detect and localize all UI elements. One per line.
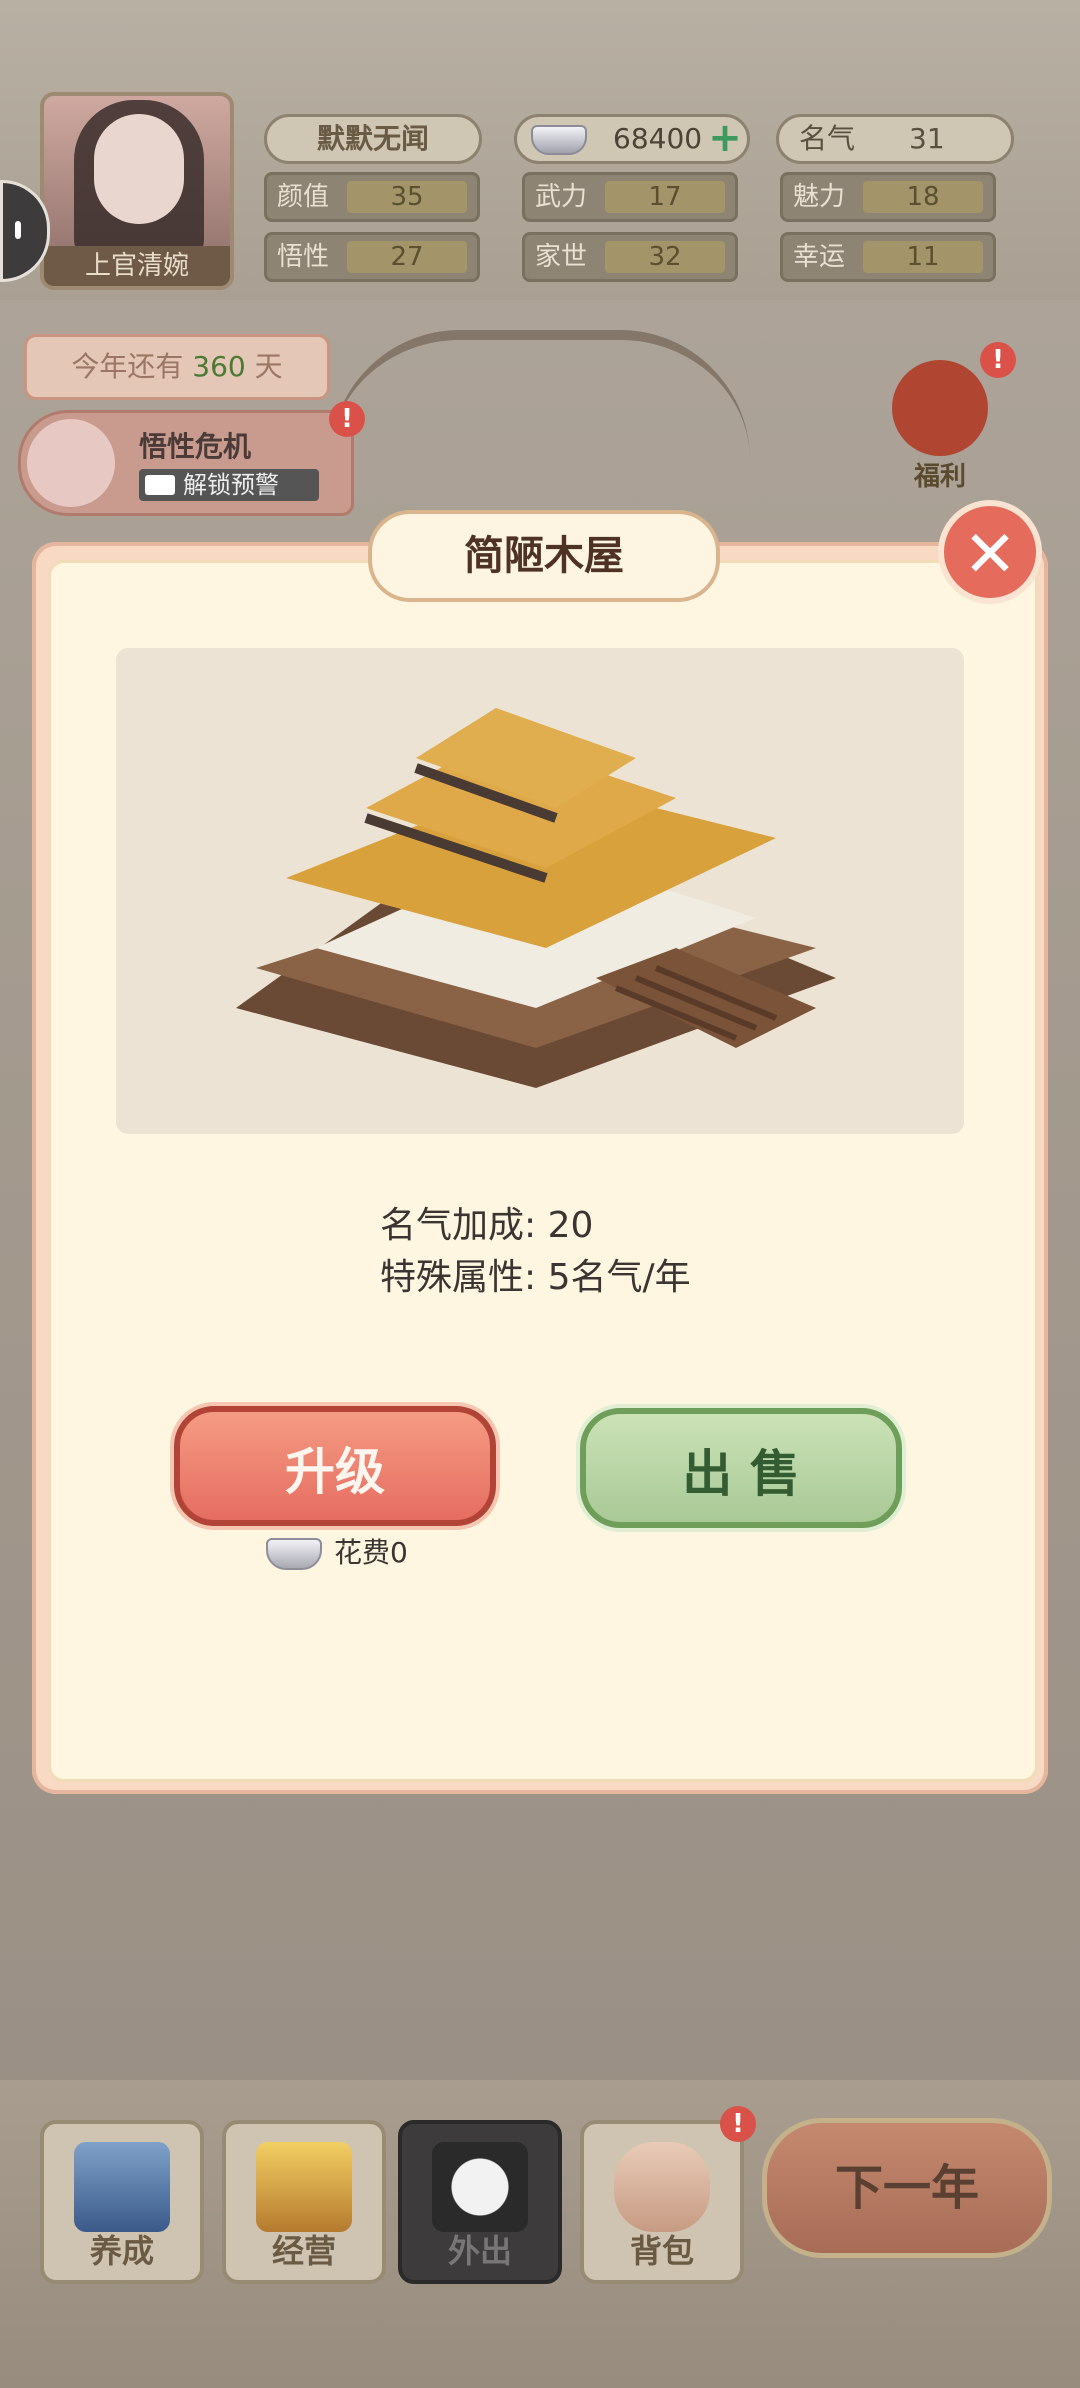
stat-label: 家世 xyxy=(535,242,588,272)
close-button[interactable]: ✕ xyxy=(938,500,1042,604)
cost-label: 花费0 xyxy=(334,1536,408,1569)
scroll-icon xyxy=(74,2142,170,2232)
stat-appearance: 颜值 35 xyxy=(264,172,480,222)
stat-force: 武力 17 xyxy=(522,172,738,222)
stat-comprehension: 悟性 27 xyxy=(264,232,480,282)
add-silver-icon[interactable]: + xyxy=(707,118,743,158)
fame-value: 31 xyxy=(909,122,945,155)
nav-business[interactable]: 经营 xyxy=(222,2120,386,2284)
welfare-button[interactable]: 福利 ! xyxy=(870,342,1016,492)
stat-value: 18 xyxy=(863,181,983,213)
nav-label: 养成 xyxy=(89,2232,154,2270)
days-remaining: 今年还有 360 天 xyxy=(24,334,330,400)
crisis-title: 悟性危机 xyxy=(139,430,252,463)
crisis-alert-badge: ! xyxy=(329,401,365,437)
days-count: 360 xyxy=(192,350,246,383)
nav-label: 背包 xyxy=(629,2232,694,2270)
fame-label: 名气 xyxy=(799,122,856,155)
character-portrait[interactable]: 上官清婉 xyxy=(40,92,234,290)
special-attribute: 特殊属性: 5名气/年 xyxy=(380,1257,691,1298)
silver-amount: 68400 xyxy=(613,122,703,155)
nav-label: 经营 xyxy=(271,2232,336,2270)
stat-label: 武力 xyxy=(535,182,588,212)
stat-label: 幸运 xyxy=(793,242,846,272)
treasure-chest-icon xyxy=(256,2142,352,2232)
days-prefix: 今年还有 xyxy=(71,350,184,383)
arch-decoration xyxy=(330,330,750,460)
wooden-house-illustration xyxy=(236,708,836,1088)
next-year-button[interactable]: 下一年 xyxy=(762,2118,1052,2258)
stat-value: 27 xyxy=(347,241,467,273)
stat-label: 悟性 xyxy=(277,242,330,272)
upgrade-button[interactable]: 升级 xyxy=(174,1406,496,1526)
days-suffix: 天 xyxy=(254,350,283,383)
bag-icon xyxy=(614,2142,710,2232)
sell-button[interactable]: 出 售 xyxy=(580,1408,902,1528)
player-title-badge: 默默无闻 xyxy=(264,114,482,164)
fame-counter: 名气 31 xyxy=(776,114,1014,164)
welfare-label: 福利 xyxy=(913,462,966,492)
nav-outing[interactable]: 外出 xyxy=(398,2120,562,2284)
stat-label: 魅力 xyxy=(793,182,846,212)
lucky-bag-icon xyxy=(892,360,988,456)
backpack-alert-badge: ! xyxy=(720,2106,756,2142)
fame-bonus: 名气加成: 20 xyxy=(380,1205,594,1246)
video-icon xyxy=(145,475,175,495)
stat-value: 32 xyxy=(605,241,725,273)
welfare-alert-badge: ! xyxy=(980,342,1016,378)
lock-icon xyxy=(432,2142,528,2232)
stat-value: 11 xyxy=(863,241,983,273)
dialog-title: 简陋木屋 xyxy=(368,510,720,602)
stat-charm: 魅力 18 xyxy=(780,172,996,222)
nav-label: 外出 xyxy=(447,2232,512,2270)
nav-backpack[interactable]: 背包 ! xyxy=(580,2106,756,2284)
stat-label: 颜值 xyxy=(277,182,330,212)
crisis-mascot-icon xyxy=(27,419,115,507)
nav-cultivate[interactable]: 养成 xyxy=(40,2120,204,2284)
unlock-warning-label: 解锁预警 xyxy=(183,471,279,499)
silver-ingot-icon xyxy=(266,1538,322,1570)
unlock-warning-button[interactable]: 解锁预警 xyxy=(139,469,319,501)
stat-family: 家世 32 xyxy=(522,232,738,282)
silver-counter: 68400 + xyxy=(514,114,750,164)
stat-value: 17 xyxy=(605,181,725,213)
stat-luck: 幸运 11 xyxy=(780,232,996,282)
building-image-panel xyxy=(116,648,964,1134)
crisis-warning[interactable]: 悟性危机 解锁预警 ! xyxy=(18,401,365,516)
stat-value: 35 xyxy=(347,181,467,213)
pause-icon xyxy=(15,221,21,239)
player-title: 默默无闻 xyxy=(316,122,429,155)
character-name: 上官清婉 xyxy=(44,246,230,286)
portrait-face xyxy=(94,114,184,224)
silver-ingot-icon xyxy=(531,125,587,155)
